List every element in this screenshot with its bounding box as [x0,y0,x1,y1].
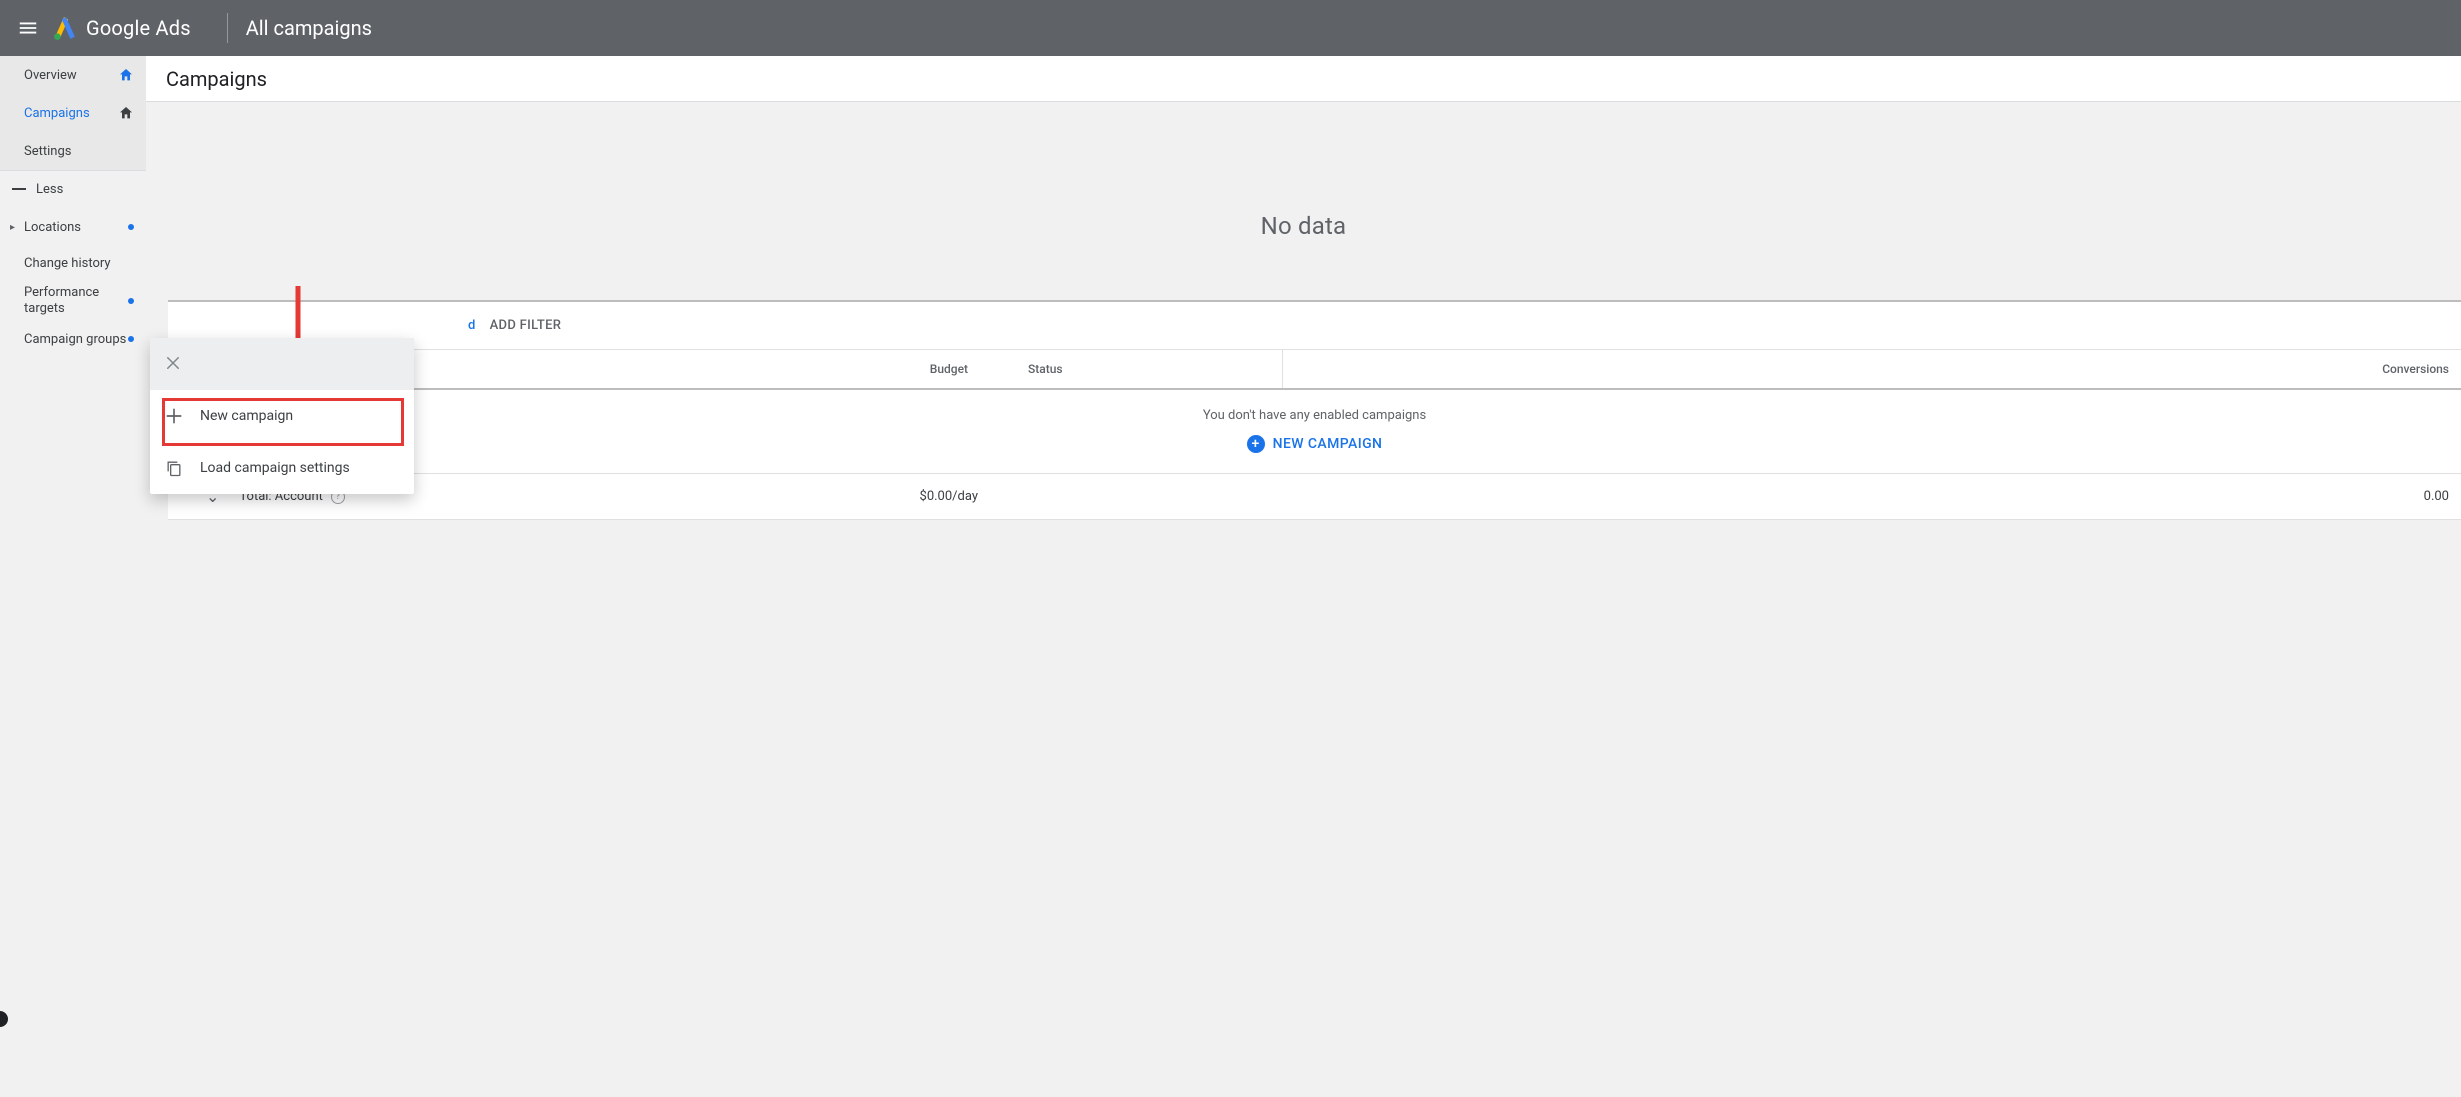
indicator-dot-icon [128,298,134,304]
sidebar-item-overview[interactable]: Overview [0,56,146,94]
app-header: Google Ads All campaigns [0,0,2461,56]
column-header-status[interactable]: Status [1018,350,1283,388]
main-content: Campaigns No data d ADD FILTER Budget St… [146,56,2461,1097]
copy-icon [164,458,184,478]
total-budget-value: $0.00/day [728,489,1018,504]
content-area: No data d ADD FILTER Budget Status Conve… [146,102,2461,1097]
total-row: ⌄ Total: Account ? $0.00/day 0.00 [168,474,2461,520]
scope-label[interactable]: All campaigns [246,16,372,40]
menu-item-label: Load campaign settings [200,460,350,476]
sidebar-item-label: Change history [24,256,111,271]
secondary-nav: ▸ Locations Change history Performance t… [0,207,146,357]
page-title: Campaigns [146,56,2461,102]
collapse-toggle[interactable]: Less [0,171,146,207]
header-divider [227,13,228,43]
table-header-row: Budget Status Conversions [168,350,2461,390]
plus-circle-icon: + [1247,435,1265,453]
add-filter-button[interactable]: ADD FILTER [490,318,562,333]
primary-nav: Overview Campaigns Settings [0,56,146,171]
empty-state-text: You don't have any enabled campaigns [168,408,2461,423]
sidebar-item-label: Locations [24,220,81,235]
create-menu-popover: New campaign Load campaign settings [150,338,414,494]
campaigns-table: d ADD FILTER Budget Status Conversions Y… [146,300,2461,520]
minus-icon [12,188,26,190]
indicator-dot-icon [128,336,134,342]
menu-item-new-campaign[interactable]: New campaign [150,390,414,442]
sidebar: Overview Campaigns Settings Less ▸ Locat… [0,56,146,1097]
sidebar-item-label: Settings [24,144,71,159]
sidebar-item-change-history[interactable]: Change history [0,245,146,281]
sidebar-item-campaign-groups[interactable]: Campaign groups [0,321,146,357]
sidebar-item-campaigns[interactable]: Campaigns [0,94,146,132]
menu-item-label: New campaign [200,408,293,424]
menu-button[interactable] [8,8,48,48]
empty-state: You don't have any enabled campaigns + N… [168,390,2461,474]
sidebar-item-locations[interactable]: ▸ Locations [0,209,146,245]
sidebar-item-label: Campaigns [24,106,90,121]
filter-chip-enabled[interactable]: d [468,318,476,333]
layout: Overview Campaigns Settings Less ▸ Locat… [0,56,2461,1097]
menu-item-load-settings[interactable]: Load campaign settings [150,442,414,494]
sidebar-item-label: Overview [24,68,77,83]
sidebar-item-performance-targets[interactable]: Performance targets [0,281,146,321]
home-icon [118,67,134,83]
new-campaign-label: NEW CAMPAIGN [1273,436,1383,452]
column-header-budget[interactable]: Budget [398,350,1018,388]
filter-bar: d ADD FILTER [168,302,2461,350]
plus-icon [164,406,184,426]
caret-right-icon: ▸ [10,222,15,233]
google-ads-icon [52,15,78,41]
total-conversions-value: 0.00 [1283,489,2461,504]
sidebar-item-settings[interactable]: Settings [0,132,146,170]
sidebar-item-label: Performance targets [24,285,128,317]
no-data-message: No data [146,102,2461,300]
column-header-conversions[interactable]: Conversions [1283,350,2461,388]
indicator-dot-icon [128,224,134,230]
popover-header [150,338,414,390]
product-logo[interactable]: Google Ads [52,15,191,41]
close-button[interactable] [164,354,184,374]
brand-text: Google Ads [86,16,191,40]
close-icon [164,354,182,372]
sidebar-item-label: Campaign groups [24,332,126,347]
home-icon [118,105,134,121]
new-campaign-button[interactable]: + NEW CAMPAIGN [1247,435,1383,453]
collapse-label: Less [36,182,63,197]
hamburger-icon [17,17,39,39]
